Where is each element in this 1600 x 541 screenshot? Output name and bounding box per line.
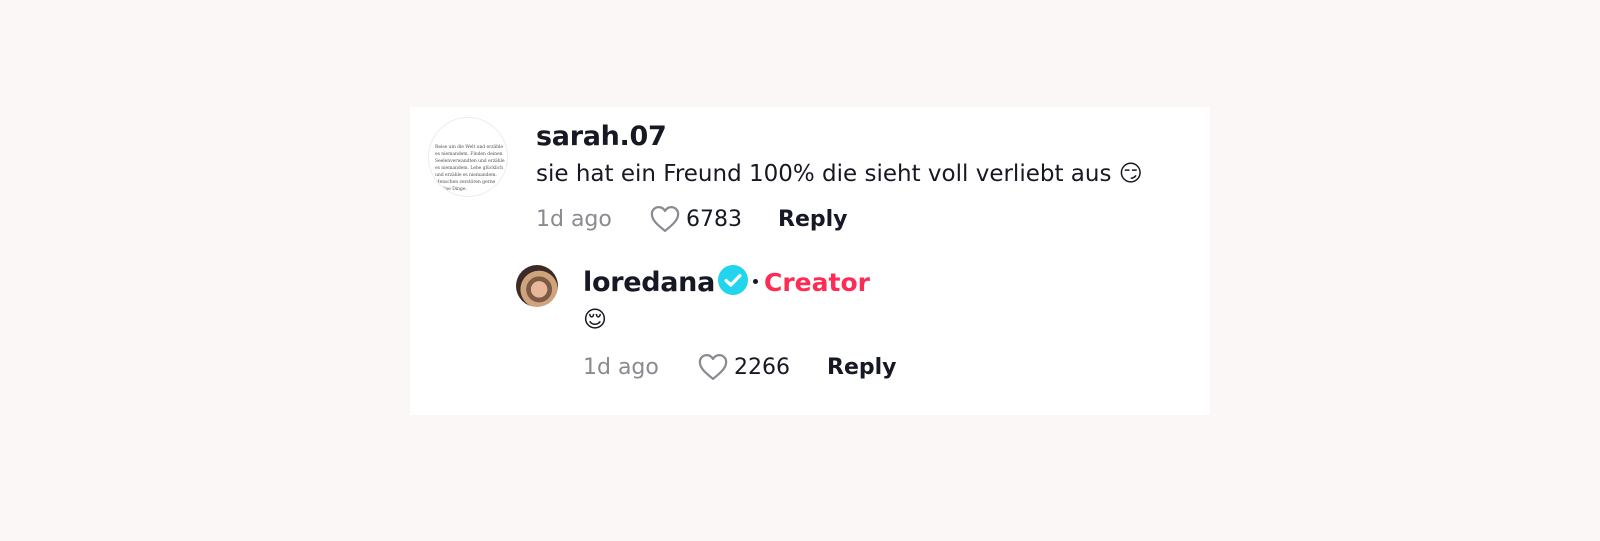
avatar-text: Reise um die Welt und erzähle es niemand…: [435, 145, 505, 192]
reply-avatar[interactable]: [516, 265, 558, 307]
heart-outline-icon: [698, 354, 728, 380]
reply-button[interactable]: Reply: [778, 207, 848, 232]
comment-text: sie hat ein Freund 100% die sieht voll v…: [536, 161, 1143, 187]
reply-like-button[interactable]: 2266: [698, 353, 790, 381]
reply-username[interactable]: loredana: [583, 267, 715, 298]
like-count: 6783: [686, 206, 742, 232]
verified-badge-icon: [718, 265, 748, 295]
comment-username[interactable]: sarah.07: [536, 121, 667, 152]
reply-like-count: 2266: [734, 354, 790, 380]
heart-outline-icon: [650, 206, 680, 232]
like-button[interactable]: 6783: [650, 205, 742, 233]
relieved-emoji: 😌: [583, 307, 607, 333]
smirk-emoji: 😏: [1118, 161, 1143, 187]
avatar[interactable]: Reise um die Welt und erzähle es niemand…: [428, 117, 508, 197]
comment-card: Reise um die Welt und erzähle es niemand…: [410, 107, 1210, 415]
reply-text: 😌: [583, 307, 607, 333]
creator-badge: Creator: [764, 268, 870, 297]
reply-reply-button[interactable]: Reply: [827, 355, 897, 380]
separator-dot: [753, 279, 758, 284]
comment-body: sie hat ein Freund 100% die sieht voll v…: [536, 161, 1112, 187]
comment-time: 1d ago: [536, 207, 612, 232]
reply-time: 1d ago: [583, 355, 659, 380]
